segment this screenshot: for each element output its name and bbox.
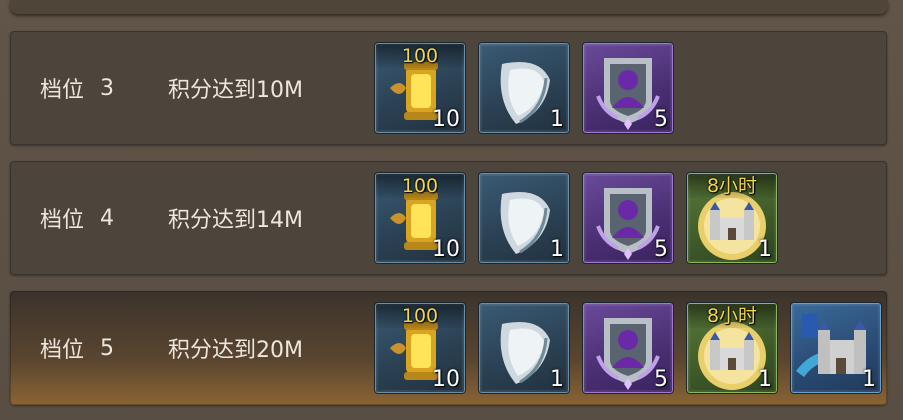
item-quantity: 1 [550,107,564,132]
reward-item-castle-speedup[interactable]: 8小时 1 [687,173,777,263]
reward-tier-row-selected: 档位 5 积分达到20M 100 10 1 5 8小时 1 1 [10,291,887,405]
tier-number: 3 [100,75,115,101]
item-quantity: 5 [654,367,668,392]
reward-item-avatar-badge[interactable]: 5 [583,43,673,133]
item-top-label: 100 [376,174,464,198]
item-quantity: 5 [654,107,668,132]
item-top-label: 100 [376,44,464,68]
item-quantity: 1 [758,237,772,262]
tier-number: 5 [100,335,115,361]
reward-tier-row: 档位 3 积分达到10M 100 10 1 5 [10,31,887,145]
item-quantity: 10 [432,367,460,392]
tier-label: 档位 5 [40,291,114,405]
tier-text: 档位 [40,78,85,103]
item-top-label: 100 [376,304,464,328]
item-quantity: 1 [550,367,564,392]
reward-item-castle-skin[interactable]: 1 [791,303,881,393]
tier-condition: 积分达到20M [168,338,303,363]
item-quantity: 10 [432,107,460,132]
reward-item-shield[interactable]: 1 [479,173,569,263]
tier-condition: 积分达到14M [168,208,303,233]
tier-number: 4 [100,205,115,231]
reward-item-lantern[interactable]: 100 10 [375,43,465,133]
reward-tier-row: 档位 4 积分达到14M 100 10 1 5 8小时 1 [10,161,887,275]
item-quantity: 1 [550,237,564,262]
previous-row-edge [10,0,888,14]
reward-item-castle-speedup[interactable]: 8小时 1 [687,303,777,393]
reward-items: 100 10 1 5 [375,303,881,393]
item-quantity: 1 [758,367,772,392]
item-quantity: 5 [654,237,668,262]
reward-items: 100 10 1 5 [375,173,777,263]
reward-item-avatar-badge[interactable]: 5 [583,303,673,393]
reward-item-lantern[interactable]: 100 10 [375,303,465,393]
reward-item-shield[interactable]: 1 [479,43,569,133]
reward-item-shield[interactable]: 1 [479,303,569,393]
tier-label: 档位 4 [40,161,114,275]
reward-item-avatar-badge[interactable]: 5 [583,173,673,263]
tier-label: 档位 3 [40,31,114,145]
tier-text: 档位 [40,338,85,363]
item-quantity: 10 [432,237,460,262]
item-top-label: 8小时 [688,304,776,328]
reward-items: 100 10 1 5 [375,43,673,133]
reward-item-lantern[interactable]: 100 10 [375,173,465,263]
item-quantity: 1 [862,367,876,392]
tier-condition: 积分达到10M [168,78,303,103]
item-top-label: 8小时 [688,174,776,198]
tier-text: 档位 [40,208,85,233]
